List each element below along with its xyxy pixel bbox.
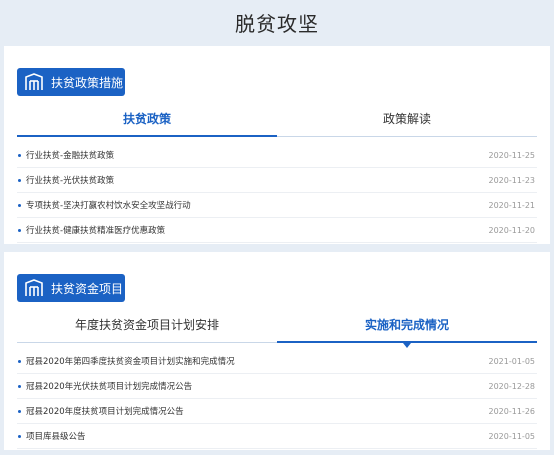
list-item-title[interactable]: 冠县2020年光伏扶贫项目计划完成情况公告	[26, 380, 489, 392]
building-icon	[24, 279, 44, 297]
list-item-title[interactable]: 行业扶贫-金融扶贫政策	[26, 149, 489, 161]
bullet-icon	[18, 409, 21, 413]
list-item[interactable]: 冠县2020年光伏扶贫项目计划完成情况公告 2020-12-28	[17, 374, 537, 399]
list-item[interactable]: 行业扶贫-金融扶贫政策 2020-11-25	[17, 143, 537, 168]
list-item-date: 2020-11-21	[488, 200, 536, 210]
funding-section-button[interactable]: 扶贫资金项目	[17, 274, 125, 302]
list-item-title[interactable]: 冠县2020年第四季度扶贫资金项目计划实施和完成情况	[26, 355, 489, 367]
list-item[interactable]: 专项扶贫-坚决打赢农村饮水安全攻坚战行动 2020-11-21	[17, 193, 537, 218]
list-item[interactable]: 冠县2020年第四季度扶贫资金项目计划实施和完成情况 2021-01-05	[17, 349, 537, 374]
bullet-icon	[18, 203, 21, 207]
tab-policy-interpretation[interactable]: 政策解读	[277, 105, 537, 136]
bullet-icon	[18, 434, 21, 438]
list-item-title[interactable]: 冠县2020年度扶贫项目计划完成情况公告	[26, 405, 489, 417]
bullet-icon	[18, 153, 21, 157]
list-item-date: 2020-11-25	[488, 150, 536, 160]
list-item-date: 2020-11-26	[488, 406, 536, 416]
tab-implementation-status[interactable]: 实施和完成情况	[277, 311, 537, 348]
list-item-date: 2020-11-20	[488, 225, 536, 235]
funding-list: 冠县2020年第四季度扶贫资金项目计划实施和完成情况 2021-01-05 冠县2…	[17, 349, 537, 449]
list-item-title[interactable]: 行业扶贫-光伏扶贫政策	[26, 174, 489, 186]
list-item-date: 2020-11-23	[488, 175, 536, 185]
page-title: 脱贫攻坚	[235, 12, 319, 36]
list-item[interactable]: 项目库县级公告 2020-11-05	[17, 424, 537, 449]
funding-tabs: 年度扶贫资金项目计划安排 实施和完成情况	[17, 311, 537, 348]
policy-section-button[interactable]: 扶贫政策措施	[17, 68, 125, 96]
list-item[interactable]: 行业扶贫-光伏扶贫政策 2020-11-23	[17, 168, 537, 193]
tab-poverty-policy[interactable]: 扶贫政策	[17, 105, 277, 137]
list-item-date: 2020-12-28	[488, 381, 536, 391]
building-icon	[24, 73, 44, 91]
policy-list: 行业扶贫-金融扶贫政策 2020-11-25 行业扶贫-光伏扶贫政策 2020-11…	[17, 143, 537, 243]
policy-section-label: 扶贫政策措施	[51, 75, 124, 90]
bullet-icon	[18, 228, 21, 232]
list-item[interactable]: 行业扶贫-健康扶贫精准医疗优惠政策 2020-11-20	[17, 218, 537, 243]
funding-card: 扶贫资金项目 年度扶贫资金项目计划安排 实施和完成情况 冠县2020年第四季度扶…	[4, 252, 550, 450]
bullet-icon	[18, 384, 21, 388]
list-item-date: 2021-01-05	[488, 356, 536, 366]
policy-card: 扶贫政策措施 扶贫政策 政策解读 行业扶贫-金融扶贫政策 2020-11-25 行…	[4, 46, 550, 244]
list-item-title[interactable]: 专项扶贫-坚决打赢农村饮水安全攻坚战行动	[26, 199, 489, 211]
list-item-title[interactable]: 项目库县级公告	[26, 430, 489, 442]
bullet-icon	[18, 178, 21, 182]
tab-annual-plan[interactable]: 年度扶贫资金项目计划安排	[17, 311, 277, 342]
funding-section-label: 扶贫资金项目	[51, 281, 124, 296]
list-item-title[interactable]: 行业扶贫-健康扶贫精准医疗优惠政策	[26, 224, 489, 236]
bullet-icon	[18, 359, 21, 363]
list-item-date: 2020-11-05	[488, 431, 536, 441]
list-item[interactable]: 冠县2020年度扶贫项目计划完成情况公告 2020-11-26	[17, 399, 537, 424]
policy-tabs: 扶贫政策 政策解读	[17, 105, 537, 137]
